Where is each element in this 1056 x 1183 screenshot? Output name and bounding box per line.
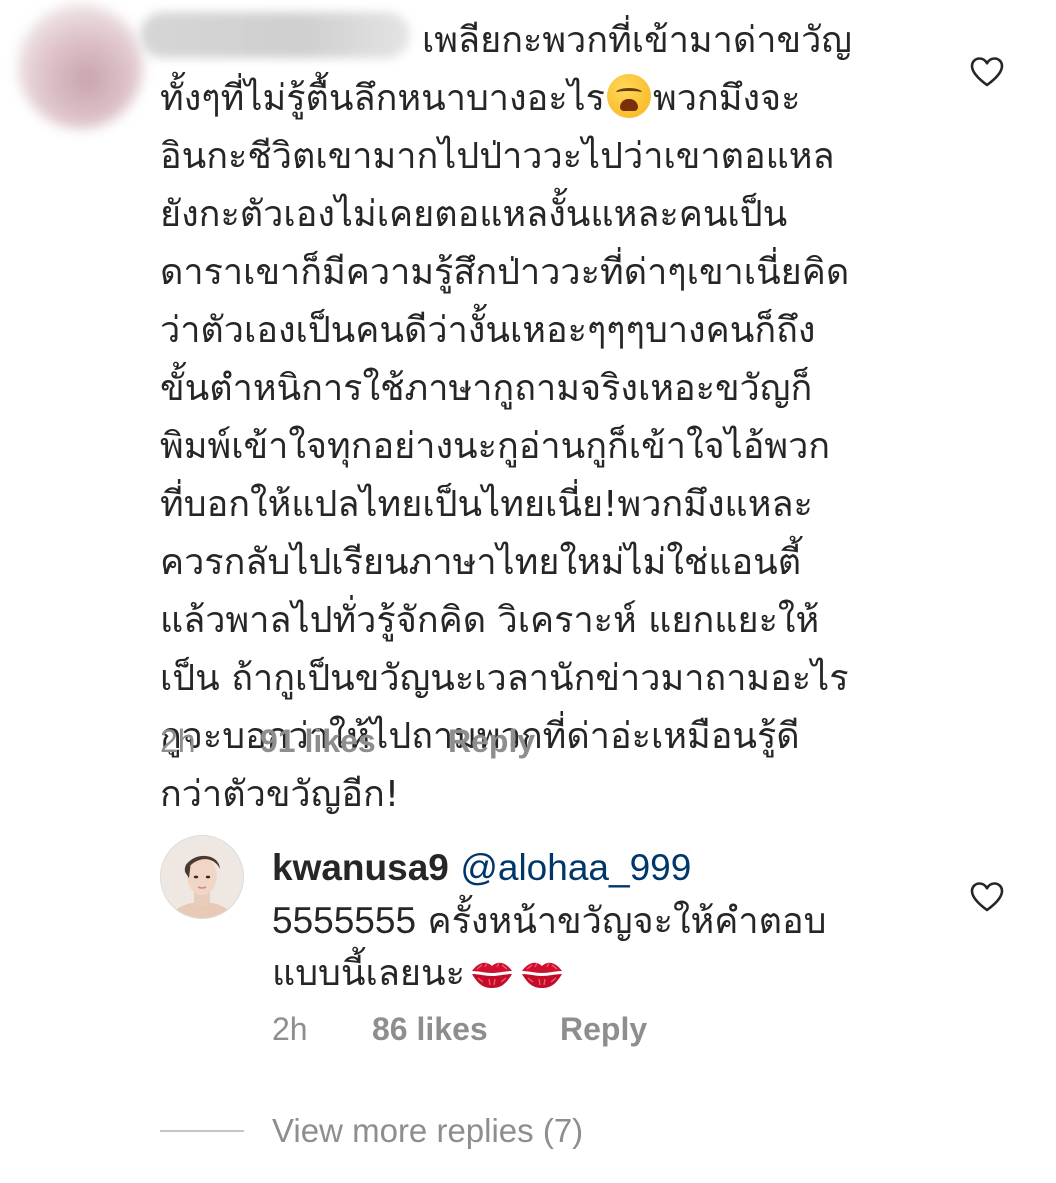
- comment-line: ยังกะตัวเองไม่เคยตอแหลงั้นแหละคนเป็น: [160, 194, 788, 235]
- avatar[interactable]: [160, 835, 244, 919]
- reply-time: 2h: [272, 1011, 308, 1047]
- weary-face-emoji-icon: [607, 74, 651, 118]
- mention-link[interactable]: @alohaa_999: [460, 847, 691, 888]
- comment-line: ควรกลับไปเรียนภาษาไทยใหม่ไม่ใช่แอนตี้: [160, 542, 802, 583]
- likes-count-button[interactable]: 86 likes: [372, 1011, 488, 1048]
- comment-line: กว่าตัวขวัญอีก!: [160, 774, 400, 815]
- view-more-replies-label[interactable]: View more replies (7): [272, 1112, 583, 1150]
- comment-line: ว่าตัวเองเป็นคนดีว่างั้นเหอะๆๆๆบางคนก็ถึ…: [160, 310, 816, 351]
- comment-main: เพลียกะพวกที่เข้ามาด่าขวัญ ทั้งๆที่ไม่รู…: [0, 0, 1056, 815]
- reply-text-part: แบบนี้เลยนะ: [272, 953, 465, 994]
- heart-outline-icon[interactable]: [970, 56, 1004, 88]
- comment-line: ทั้งๆที่ไม่รู้ตื้นลึกหนาบางอะไร พวกมึงจะ: [160, 70, 940, 128]
- comment-line: ขั้นตำหนิการใช้ภาษากูถามจริงเหอะขวัญก็: [160, 368, 813, 409]
- comment-line: ดาราเขาก็มีความรู้สึกป่าววะที่ด่าๆเขาเนี…: [160, 252, 850, 293]
- comment-line: เป็น ถ้ากูเป็นขวัญนะเวลานักข่าวมาถามอะไร: [160, 658, 849, 699]
- comment-line-part: พวกมึงจะ: [653, 78, 801, 119]
- comment-text: เพลียกะพวกที่เข้ามาด่าขวัญ ทั้งๆที่ไม่รู…: [160, 12, 940, 824]
- reply-text-part: ครั้งหน้าขวัญจะให้คำตอบ: [416, 901, 827, 942]
- reply-line: kwanusa9 @alohaa_999: [272, 842, 952, 895]
- reply-button[interactable]: Reply: [448, 723, 535, 760]
- comment-line-part: ทั้งๆที่ไม่รู้ตื้นลึกหนาบางอะไร: [160, 78, 605, 119]
- comment-line: พิมพ์เข้าใจทุกอย่างนะกูอ่านกูก็เข้าใจไอ้…: [160, 426, 831, 467]
- comment-meta: 2h 91 likes Reply: [160, 723, 760, 763]
- reply-line: แบบนี้เลยนะ: [272, 948, 952, 1000]
- reply-meta: 2h 86 likes Reply: [272, 1011, 872, 1051]
- comment-line: อินกะชีวิตเขามากไปป่าววะไปว่าเขาตอแหล: [160, 136, 835, 177]
- comment-line: ที่บอกให้แปลไทยเป็นไทยเนี่ย!พวกมึงแหละ: [160, 484, 813, 525]
- avatar-image: [161, 836, 243, 918]
- likes-count-button[interactable]: 91 likes: [260, 723, 376, 760]
- comment-line: เพลียกะพวกที่เข้ามาด่าขวัญ: [422, 20, 852, 61]
- reply-username-link[interactable]: kwanusa9: [272, 847, 449, 888]
- reply-text: kwanusa9 @alohaa_999 5555555 ครั้งหน้าขว…: [272, 842, 952, 1000]
- kiss-mark-emoji-icon: [471, 962, 512, 988]
- divider-line: [160, 1130, 244, 1132]
- reply-text-number: 5555555: [272, 900, 417, 941]
- heart-outline-icon[interactable]: [970, 881, 1004, 913]
- comment-time: 2h: [160, 723, 196, 759]
- reply-button[interactable]: Reply: [560, 1011, 647, 1048]
- reply-line: 5555555 ครั้งหน้าขวัญจะให้คำตอบ: [272, 895, 952, 948]
- kiss-mark-emoji-icon: [521, 962, 562, 988]
- comment-line: แล้วพาลไปทั่วรู้จักคิด วิเคราะห์ แยกแยะใ…: [160, 600, 820, 641]
- view-more-replies[interactable]: View more replies (7): [160, 1112, 860, 1156]
- blurred-avatar[interactable]: [18, 4, 143, 129]
